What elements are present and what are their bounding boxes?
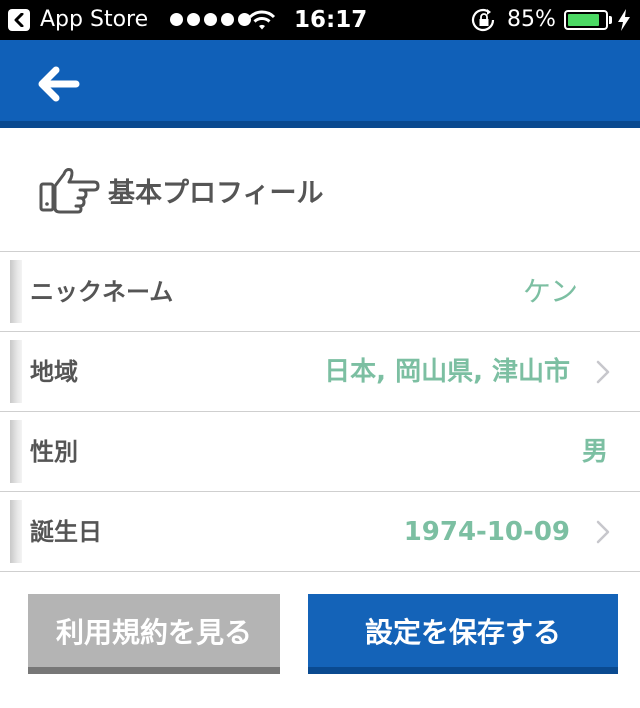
row-value: 1974-10-09: [403, 517, 570, 547]
pointing-hand-icon: [38, 164, 100, 220]
row-value: 日本, 岡山県, 津山市: [324, 357, 570, 387]
status-time: 16:17: [294, 7, 368, 33]
profile-list: ニックネーム ケン 地域 日本, 岡山県, 津山市 性別 男 誕生日 1974-…: [0, 252, 640, 572]
back-to-app-store[interactable]: App Store: [8, 9, 148, 31]
chevron-right-icon: [596, 520, 610, 548]
battery-tip: [609, 16, 612, 24]
row-accent-bar: [10, 500, 22, 563]
back-arrow-icon[interactable]: [36, 64, 80, 104]
profile-row-nickname[interactable]: ニックネーム ケン: [0, 252, 640, 332]
save-settings-button[interactable]: 設定を保存する: [308, 594, 618, 674]
row-value: 男: [581, 437, 608, 467]
wifi-icon: [248, 9, 276, 35]
row-accent-bar: [10, 420, 22, 483]
navigation-bar: [0, 40, 640, 128]
profile-row-region[interactable]: 地域 日本, 岡山県, 津山市: [0, 332, 640, 412]
row-label: 誕生日: [30, 518, 102, 546]
section-header: 基本プロフィール: [0, 128, 640, 252]
row-accent-bar: [10, 340, 22, 403]
row-label: 性別: [30, 438, 78, 466]
rotation-lock-icon: [471, 8, 497, 36]
view-terms-button[interactable]: 利用規約を見る: [28, 594, 280, 674]
row-value: ケン: [522, 275, 578, 308]
status-bar: App Store 16:17 85%: [0, 0, 640, 40]
charging-bolt-icon: [617, 9, 631, 35]
profile-row-birthday[interactable]: 誕生日 1974-10-09: [0, 492, 640, 572]
back-app-name: App Store: [40, 7, 149, 32]
row-accent-bar: [10, 260, 22, 323]
battery-icon: [564, 10, 608, 30]
chevron-right-icon: [596, 360, 610, 388]
battery-level-fill: [568, 14, 599, 26]
section-title: 基本プロフィール: [108, 178, 324, 209]
back-chevron-icon: [8, 9, 30, 31]
signal-strength-icon: [170, 13, 251, 26]
row-label: 地域: [30, 358, 78, 386]
profile-row-gender[interactable]: 性別 男: [0, 412, 640, 492]
row-label: ニックネーム: [30, 278, 174, 306]
battery-percentage: 85%: [507, 7, 556, 32]
